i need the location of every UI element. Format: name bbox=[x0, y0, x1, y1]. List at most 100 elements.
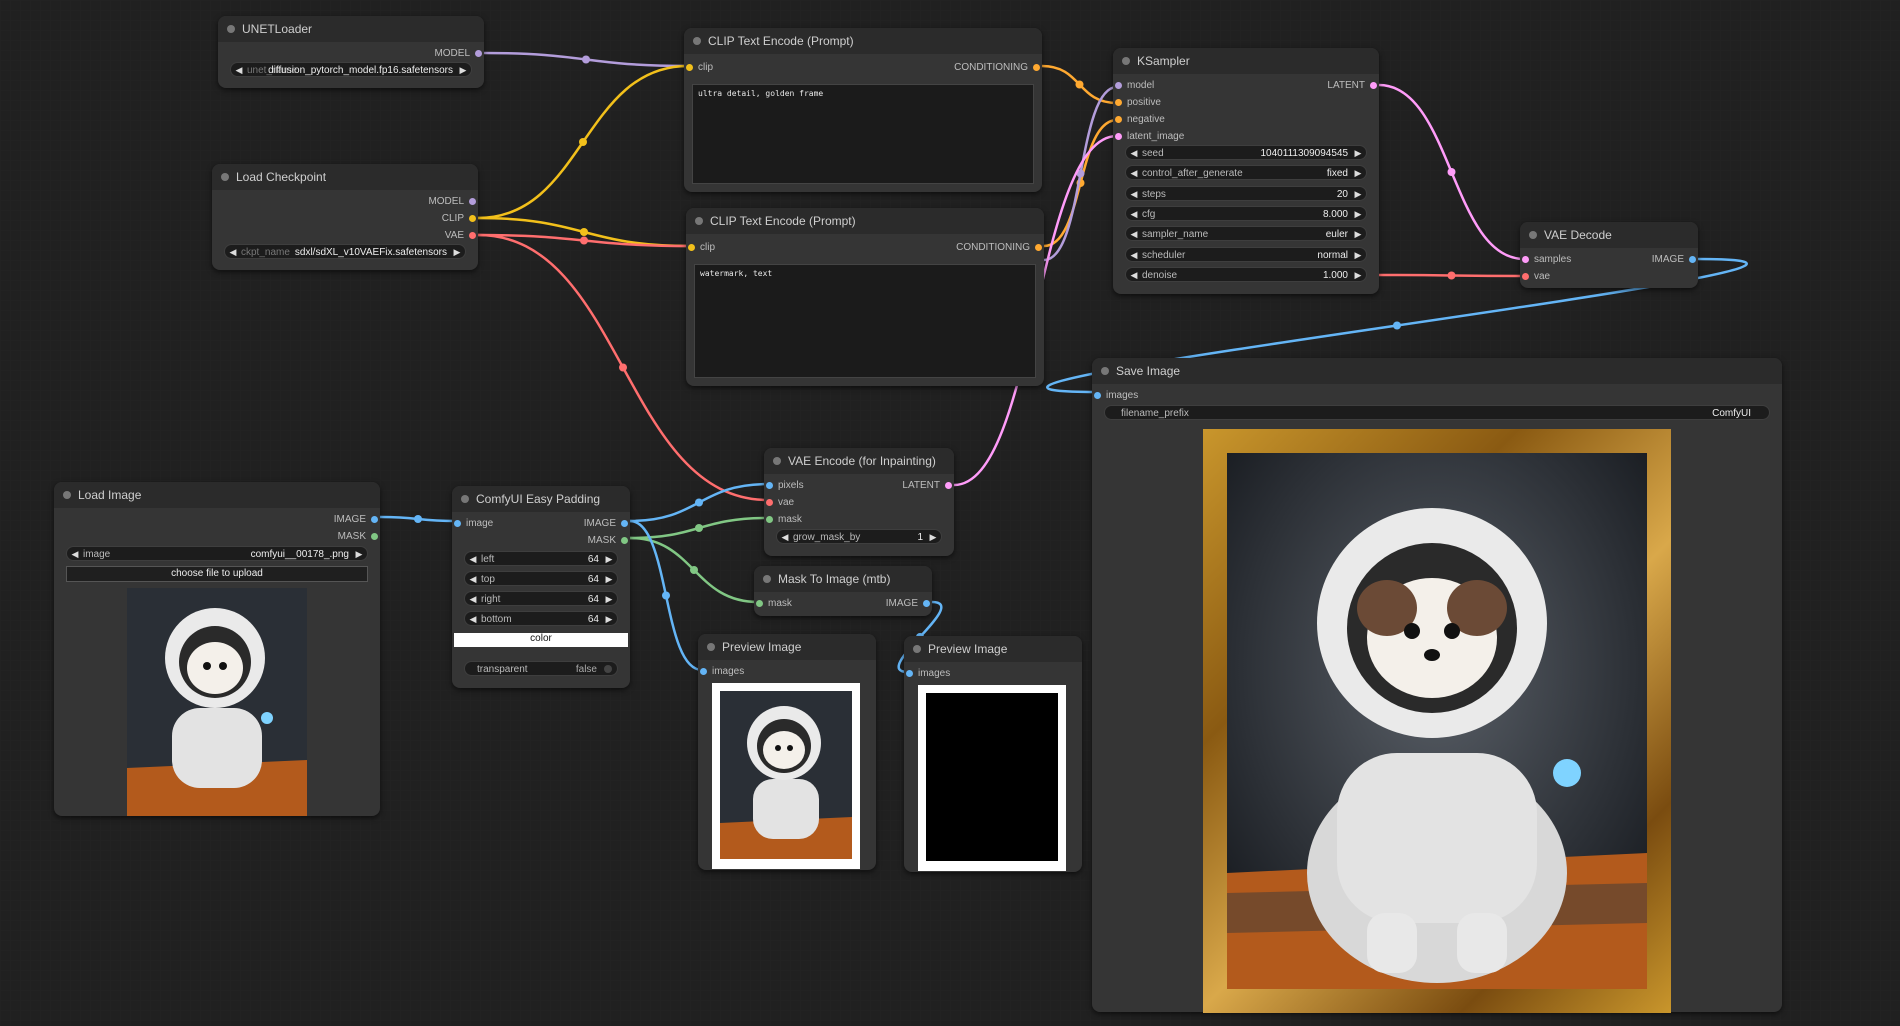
link-midpoint-dot[interactable] bbox=[580, 228, 588, 236]
collapse-dot-icon[interactable] bbox=[1101, 367, 1109, 375]
link-midpoint-dot[interactable] bbox=[1075, 80, 1084, 89]
input-negative[interactable]: negative bbox=[1113, 114, 1165, 126]
input-mask[interactable]: mask bbox=[754, 598, 792, 610]
node-vae-decode[interactable]: VAE Decode samples vae IMAGE bbox=[1520, 222, 1698, 288]
arrow-right-icon[interactable]: ▶ bbox=[1352, 166, 1364, 181]
cfg-widget[interactable]: ◀ cfg 8.000 ▶ bbox=[1125, 206, 1367, 221]
node-preview-image-2[interactable]: Preview Image images bbox=[904, 636, 1082, 872]
slot-dot-icon[interactable] bbox=[621, 537, 628, 544]
input-clip[interactable]: clip bbox=[686, 242, 715, 254]
prompt-textarea[interactable]: ultra detail, golden frame bbox=[692, 84, 1034, 184]
arrow-left-icon[interactable]: ◀ bbox=[467, 612, 479, 627]
node-unet-loader[interactable]: UNETLoader MODEL ◀ unet_name diffusion_p… bbox=[218, 16, 484, 88]
link-midpoint-dot[interactable] bbox=[695, 524, 703, 532]
slot-dot-icon[interactable] bbox=[621, 520, 628, 527]
right-widget[interactable]: ◀ right 64 ▶ bbox=[464, 591, 618, 606]
grow-mask-by-widget[interactable]: ◀ grow_mask_by 1 ▶ bbox=[776, 529, 942, 544]
output-latent[interactable]: LATENT bbox=[1327, 80, 1379, 92]
arrow-left-icon[interactable]: ◀ bbox=[1128, 207, 1140, 222]
collapse-dot-icon[interactable] bbox=[707, 643, 715, 651]
node-title[interactable]: VAE Decode bbox=[1520, 222, 1698, 248]
link-midpoint-dot[interactable] bbox=[690, 566, 698, 574]
image-combo[interactable]: ◀ image comfyui__00178_.png ▶ bbox=[66, 546, 368, 561]
collapse-dot-icon[interactable] bbox=[913, 645, 921, 653]
node-easy-padding[interactable]: ComfyUI Easy Padding image IMAGE MASK ◀ l… bbox=[452, 486, 630, 688]
arrow-right-icon[interactable]: ▶ bbox=[1352, 248, 1364, 263]
node-title[interactable]: UNETLoader bbox=[218, 16, 484, 42]
arrow-right-icon[interactable]: ▶ bbox=[603, 572, 615, 587]
arrow-right-icon[interactable]: ▶ bbox=[451, 245, 463, 260]
input-images[interactable]: images bbox=[698, 666, 744, 678]
output-image[interactable]: IMAGE bbox=[1652, 254, 1698, 266]
node-title[interactable]: KSampler bbox=[1113, 48, 1379, 74]
transparent-toggle[interactable]: transparent false bbox=[464, 661, 618, 676]
arrow-left-icon[interactable]: ◀ bbox=[1128, 227, 1140, 242]
arrow-left-icon[interactable]: ◀ bbox=[69, 547, 81, 562]
slot-dot-icon[interactable] bbox=[756, 600, 763, 607]
slot-dot-icon[interactable] bbox=[1522, 273, 1529, 280]
slot-dot-icon[interactable] bbox=[1115, 82, 1122, 89]
slot-dot-icon[interactable] bbox=[686, 64, 693, 71]
link-midpoint-dot[interactable] bbox=[695, 498, 703, 507]
slot-dot-icon[interactable] bbox=[906, 670, 913, 677]
slot-dot-icon[interactable] bbox=[1522, 256, 1529, 263]
arrow-left-icon[interactable]: ◀ bbox=[467, 572, 479, 587]
arrow-left-icon[interactable]: ◀ bbox=[467, 552, 479, 567]
denoise-widget[interactable]: ◀ denoise 1.000 ▶ bbox=[1125, 267, 1367, 282]
arrow-right-icon[interactable]: ▶ bbox=[1352, 207, 1364, 222]
collapse-dot-icon[interactable] bbox=[1529, 231, 1537, 239]
color-picker[interactable]: color bbox=[454, 633, 628, 647]
arrow-right-icon[interactable]: ▶ bbox=[927, 530, 939, 545]
slot-dot-icon[interactable] bbox=[688, 244, 695, 251]
output-latent[interactable]: LATENT bbox=[902, 480, 954, 492]
arrow-right-icon[interactable]: ▶ bbox=[353, 547, 365, 562]
filename-prefix-widget[interactable]: filename_prefix ComfyUI bbox=[1104, 405, 1770, 420]
collapse-dot-icon[interactable] bbox=[1122, 57, 1130, 65]
arrow-left-icon[interactable]: ◀ bbox=[233, 63, 245, 78]
node-title[interactable]: Mask To Image (mtb) bbox=[754, 566, 932, 592]
slot-dot-icon[interactable] bbox=[1115, 133, 1122, 140]
slot-dot-icon[interactable] bbox=[469, 198, 476, 205]
input-samples[interactable]: samples bbox=[1520, 254, 1571, 266]
bottom-widget[interactable]: ◀ bottom 64 ▶ bbox=[464, 611, 618, 626]
slot-dot-icon[interactable] bbox=[469, 215, 476, 222]
arrow-right-icon[interactable]: ▶ bbox=[1352, 146, 1364, 161]
slot-dot-icon[interactable] bbox=[766, 499, 773, 506]
node-title[interactable]: CLIP Text Encode (Prompt) bbox=[684, 28, 1042, 54]
arrow-right-icon[interactable]: ▶ bbox=[1352, 268, 1364, 283]
node-mask-to-image[interactable]: Mask To Image (mtb) mask IMAGE bbox=[754, 566, 932, 616]
link-midpoint-dot[interactable] bbox=[1447, 168, 1456, 176]
input-vae[interactable]: vae bbox=[1520, 271, 1550, 283]
collapse-dot-icon[interactable] bbox=[693, 37, 701, 45]
output-mask[interactable]: MASK bbox=[338, 531, 380, 543]
input-vae[interactable]: vae bbox=[764, 497, 794, 509]
top-widget[interactable]: ◀ top 64 ▶ bbox=[464, 571, 618, 586]
arrow-left-icon[interactable]: ◀ bbox=[1128, 166, 1140, 181]
collapse-dot-icon[interactable] bbox=[221, 173, 229, 181]
link-midpoint-dot[interactable] bbox=[414, 515, 422, 523]
seed-widget[interactable]: ◀ seed 1040111309094545 ▶ bbox=[1125, 145, 1367, 160]
slot-dot-icon[interactable] bbox=[766, 516, 773, 523]
node-title[interactable]: Preview Image bbox=[698, 634, 876, 660]
slot-dot-icon[interactable] bbox=[469, 232, 476, 239]
arrow-left-icon[interactable]: ◀ bbox=[1128, 248, 1140, 263]
arrow-left-icon[interactable]: ◀ bbox=[467, 592, 479, 607]
ckpt-name-combo[interactable]: ◀ ckpt_name sdxl/sdXL_v10VAEFix.safetens… bbox=[224, 244, 466, 259]
collapse-dot-icon[interactable] bbox=[773, 457, 781, 465]
output-model[interactable]: MODEL bbox=[428, 196, 478, 208]
node-title[interactable]: ComfyUI Easy Padding bbox=[452, 486, 630, 512]
node-vae-encode-inpainting[interactable]: VAE Encode (for Inpainting) pixels vae m… bbox=[764, 448, 954, 556]
steps-widget[interactable]: ◀ steps 20 ▶ bbox=[1125, 186, 1367, 201]
arrow-left-icon[interactable]: ◀ bbox=[1128, 146, 1140, 161]
node-title[interactable]: Load Checkpoint bbox=[212, 164, 478, 190]
arrow-right-icon[interactable]: ▶ bbox=[457, 63, 469, 78]
left-widget[interactable]: ◀ left 64 ▶ bbox=[464, 551, 618, 566]
slot-dot-icon[interactable] bbox=[454, 520, 461, 527]
prompt-textarea[interactable]: watermark, text bbox=[694, 264, 1036, 378]
node-title[interactable]: CLIP Text Encode (Prompt) bbox=[686, 208, 1044, 234]
link-midpoint-dot[interactable] bbox=[662, 591, 670, 600]
link-midpoint-dot[interactable] bbox=[619, 363, 627, 372]
sampler-name-widget[interactable]: ◀ sampler_name euler ▶ bbox=[1125, 226, 1367, 241]
unet-name-combo[interactable]: ◀ unet_name diffusion_pytorch_model.fp16… bbox=[230, 62, 472, 77]
node-title[interactable]: Load Image bbox=[54, 482, 380, 508]
